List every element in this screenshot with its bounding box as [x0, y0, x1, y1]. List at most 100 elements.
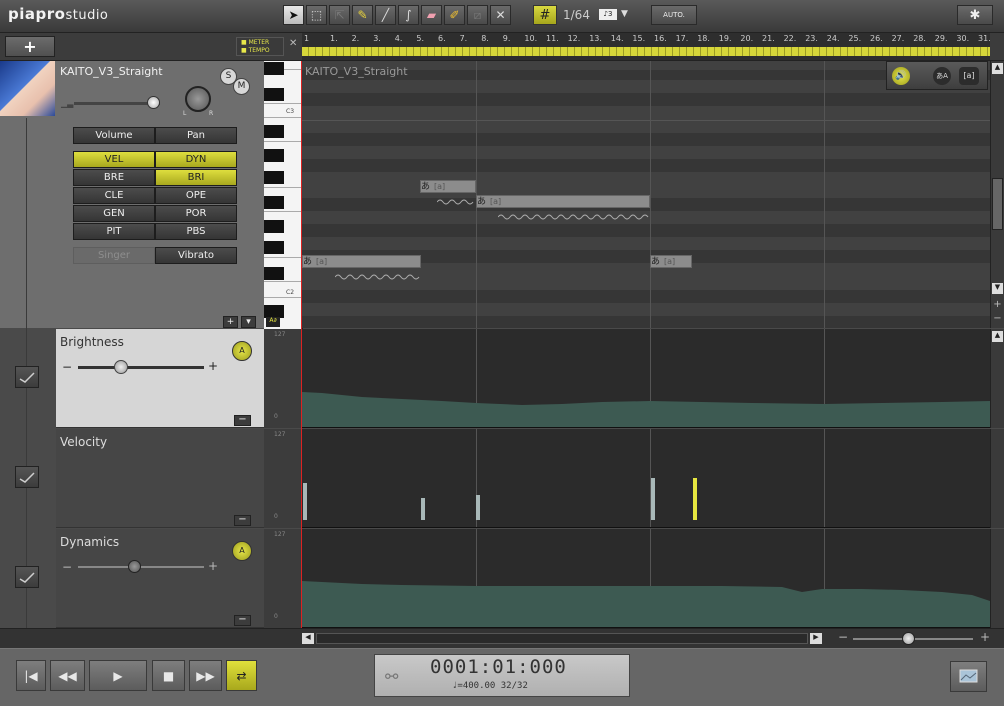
param-por-button[interactable]: POR — [155, 205, 237, 222]
pencil-tool-button[interactable]: ✎ — [352, 5, 373, 25]
param-pit-button[interactable]: PIT — [73, 223, 155, 240]
phoneme-display-icon[interactable]: [a] — [959, 67, 979, 85]
grid-snap-toggle[interactable]: # — [533, 5, 557, 25]
param-bri-button[interactable]: BRI — [155, 169, 237, 186]
black-key[interactable] — [264, 149, 284, 162]
collapse-lane-button[interactable]: − — [234, 415, 251, 426]
auto-button[interactable]: A — [232, 541, 252, 561]
black-key[interactable] — [264, 171, 284, 184]
collapse-icon[interactable]: ✕ — [289, 38, 297, 49]
note[interactable]: あ [a] — [476, 195, 650, 208]
velocity-bar[interactable] — [421, 498, 425, 520]
pan-knob[interactable] — [185, 86, 211, 112]
line-tool-button[interactable]: ╱ — [375, 5, 396, 25]
settings-gear-icon[interactable]: ✱ — [957, 5, 993, 25]
horizontal-scrollbar[interactable]: ◀ ▶ − + — [0, 628, 1004, 648]
image-view-icon[interactable] — [950, 661, 987, 692]
volume-slider-knob[interactable] — [147, 96, 160, 109]
scroll-thumb[interactable] — [316, 633, 808, 644]
curve-tool-button[interactable]: ∫ — [398, 5, 419, 25]
param-pbs-button[interactable]: PBS — [155, 223, 237, 240]
mute-tool-button[interactable]: ✕ — [490, 5, 511, 25]
loop-button[interactable]: ⇄ — [226, 660, 257, 691]
collapse-lane-button[interactable]: − — [234, 515, 251, 526]
curve-edit-icon[interactable] — [15, 566, 39, 588]
meter-tempo-toggle[interactable]: ■ METER ■ TEMPO — [236, 37, 284, 56]
scroll-thumb[interactable] — [992, 178, 1003, 230]
param-cle-button[interactable]: CLE — [73, 187, 155, 204]
black-key[interactable] — [264, 125, 284, 138]
mute-button[interactable]: M — [233, 78, 250, 95]
speaker-icon[interactable]: 🔊 — [892, 67, 910, 85]
collapse-lane-button[interactable]: − — [234, 615, 251, 626]
param-menu-button[interactable]: ▾ — [241, 316, 256, 328]
note[interactable]: あ [a] — [420, 180, 476, 193]
curve-edit-icon[interactable] — [15, 366, 39, 388]
scroll-up-icon[interactable]: ▲ — [992, 63, 1003, 74]
velocity-bar[interactable] — [303, 483, 307, 520]
black-key[interactable] — [264, 241, 284, 254]
lane-scrollbar[interactable]: ▲ — [990, 329, 1004, 428]
black-key[interactable] — [264, 267, 284, 280]
fast-forward-button[interactable]: ▶▶ — [189, 660, 222, 691]
brightness-curve-area[interactable] — [302, 329, 990, 428]
scroll-up-icon[interactable]: ▲ — [992, 331, 1003, 342]
note[interactable]: あ [a] — [650, 255, 692, 268]
increase-icon[interactable]: + — [208, 359, 218, 373]
triplet-icon[interactable]: ♪3 — [599, 9, 617, 20]
play-button[interactable]: ▶ — [89, 660, 147, 691]
go-to-start-button[interactable]: |◀ — [16, 660, 46, 691]
decrease-icon[interactable]: − — [62, 360, 72, 374]
param-gen-button[interactable]: GEN — [73, 205, 155, 222]
link-icon[interactable]: ⚯ — [385, 667, 398, 686]
dynamics-curve-area[interactable] — [302, 529, 990, 628]
add-track-button[interactable]: + — [5, 36, 55, 57]
lyric-language-icon[interactable]: あA — [933, 67, 951, 85]
roll-vertical-scrollbar[interactable]: ▲ ▼ + − — [990, 61, 1004, 328]
vibrato-button[interactable]: Vibrato — [155, 247, 237, 264]
move-tool-button[interactable]: ⇱ — [329, 5, 350, 25]
marker-tool-button[interactable]: ✐ — [444, 5, 465, 25]
lane-scrollbar[interactable] — [990, 429, 1004, 528]
brightness-slider-knob[interactable] — [114, 360, 128, 374]
zoom-in-icon[interactable]: + — [980, 630, 990, 644]
range-select-tool-button[interactable]: ⬚ — [306, 5, 327, 25]
zoom-out-icon[interactable]: − — [992, 313, 1003, 324]
singer-avatar[interactable] — [0, 61, 55, 116]
decrease-icon[interactable]: − — [62, 560, 72, 574]
auto-scroll-button[interactable]: AUTO. — [651, 5, 697, 25]
velocity-bar-selected[interactable] — [693, 478, 697, 520]
timeline-ruler[interactable]: 1 1. 2. 3. 4. 5. 6. 7. 8. 9. 10. 11. 12. 13. 14. 15. 16… — [302, 33, 990, 60]
black-key[interactable] — [264, 88, 284, 101]
dynamics-slider-track[interactable] — [78, 566, 204, 568]
param-dyn-button[interactable]: DYN — [155, 151, 237, 168]
quantize-dropdown-icon[interactable]: ▼ — [621, 9, 628, 19]
pan-button[interactable]: Pan — [155, 127, 237, 144]
zoom-out-icon[interactable]: − — [838, 630, 848, 644]
auto-button[interactable]: A — [232, 341, 252, 361]
curve-edit-icon[interactable] — [15, 466, 39, 488]
select-tool-button[interactable]: ➤ — [283, 5, 304, 25]
black-key[interactable] — [264, 62, 284, 75]
rewind-button[interactable]: ◀◀ — [50, 660, 85, 691]
knife-tool-button[interactable]: ⧄ — [467, 5, 488, 25]
singer-button[interactable]: Singer — [73, 247, 155, 264]
zoom-in-icon[interactable]: + — [992, 299, 1003, 310]
scroll-left-icon[interactable]: ◀ — [302, 633, 314, 644]
scroll-right-icon[interactable]: ▶ — [810, 633, 822, 644]
velocity-bar[interactable] — [651, 478, 655, 520]
piano-roll-grid[interactable]: あ [a] あ [a] あ [a] あ [a] — [302, 61, 990, 328]
velocity-bar[interactable] — [476, 495, 480, 520]
black-key[interactable] — [264, 196, 284, 209]
param-ope-button[interactable]: OPE — [155, 187, 237, 204]
piano-keyboard[interactable]: C3 C2 A∂ — [264, 61, 303, 329]
key-range-icon[interactable]: A∂ — [266, 317, 280, 327]
add-param-button[interactable]: + — [223, 316, 238, 328]
eraser-tool-button[interactable]: ▰ — [421, 5, 442, 25]
loop-range-strip[interactable] — [302, 47, 990, 56]
zoom-slider-knob[interactable] — [902, 632, 915, 645]
black-key[interactable] — [264, 220, 284, 233]
note[interactable]: あ [a] — [302, 255, 421, 268]
stop-button[interactable]: ■ — [152, 660, 185, 691]
playhead[interactable] — [301, 61, 302, 628]
